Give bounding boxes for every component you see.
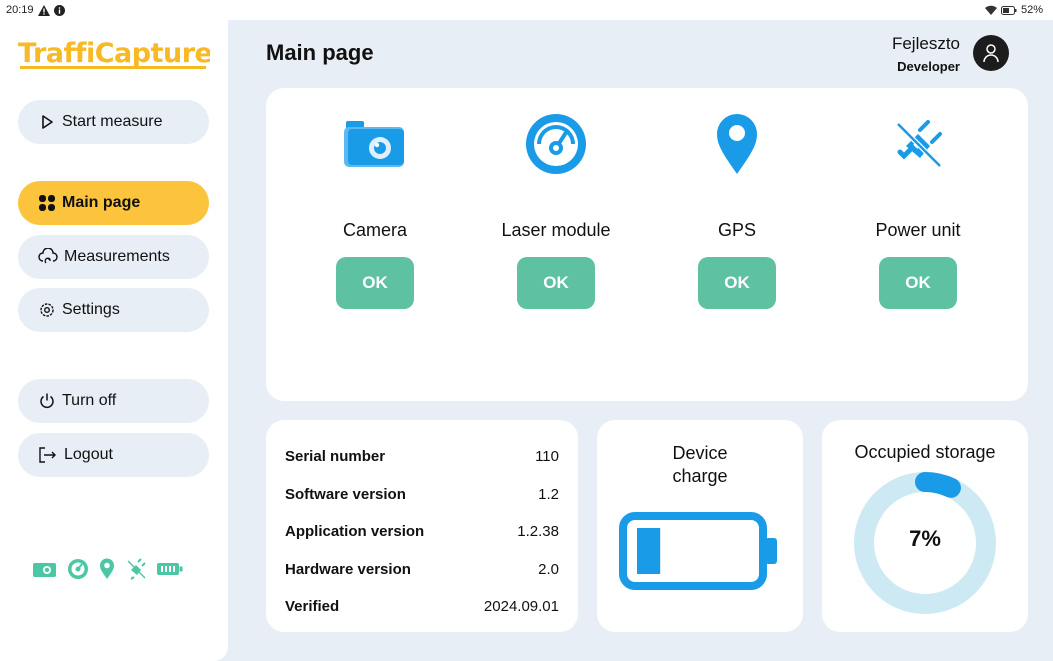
device-charge-card: Device charge bbox=[597, 420, 803, 632]
status-time: 20:19 bbox=[6, 4, 34, 16]
power-icon bbox=[40, 393, 54, 409]
info-label: Hardware version bbox=[285, 560, 411, 578]
storage-title: Occupied storage bbox=[854, 442, 996, 462]
logout-icon bbox=[39, 447, 56, 463]
sidebar: TraffiCapture Start measure Main page Me… bbox=[0, 0, 228, 661]
camera-mini-icon bbox=[33, 563, 56, 577]
module-name: Laser module bbox=[501, 220, 611, 240]
charge-title-line2: charge bbox=[672, 466, 728, 486]
info-value: 2.0 bbox=[538, 560, 559, 578]
info-row-serial: Serial number 110 bbox=[285, 438, 559, 476]
svg-text:TraffiCapture: TraffiCapture bbox=[18, 38, 210, 69]
info-row-software: Software version 1.2 bbox=[285, 476, 559, 514]
info-row-hardware: Hardware version 2.0 bbox=[285, 551, 559, 589]
laser-status-button[interactable]: OK bbox=[517, 257, 595, 309]
power-status-button[interactable]: OK bbox=[879, 257, 957, 309]
measurements-label: Measurements bbox=[64, 248, 170, 265]
avatar[interactable] bbox=[973, 35, 1009, 71]
gps-status-button[interactable]: OK bbox=[698, 257, 776, 309]
app-logo: TraffiCapture bbox=[18, 33, 213, 73]
info-row-application: Application version 1.2.38 bbox=[285, 513, 559, 551]
play-icon bbox=[42, 115, 53, 129]
location-pin-mini-icon bbox=[100, 558, 114, 579]
info-value: 1.2.38 bbox=[517, 523, 559, 541]
start-measure-button[interactable]: Start measure bbox=[18, 100, 209, 144]
module-name: Power unit bbox=[875, 220, 961, 240]
grid-icon bbox=[39, 195, 55, 211]
speedometer-icon bbox=[526, 114, 586, 174]
info-value: 2024.09.01 bbox=[483, 598, 559, 616]
turn-off-label: Turn off bbox=[62, 392, 117, 409]
warning-icon bbox=[37, 4, 50, 16]
sidebar-item-measurements[interactable]: Measurements bbox=[18, 235, 209, 279]
start-measure-label: Start measure bbox=[62, 113, 163, 130]
battery-mini-icon bbox=[157, 563, 183, 575]
mini-status-icons bbox=[33, 558, 183, 580]
camera-icon bbox=[344, 121, 404, 167]
battery-fill bbox=[637, 528, 661, 574]
module-name: Camera bbox=[342, 220, 408, 240]
user-name: Fejleszto bbox=[891, 34, 960, 53]
gear-icon bbox=[40, 303, 54, 317]
module-power: Power unit OK bbox=[833, 88, 1003, 328]
plug-off-icon bbox=[896, 120, 942, 168]
user-role: Developer bbox=[897, 59, 960, 74]
module-status-card: Camera OK Laser module OK GPS OK Power u… bbox=[266, 88, 1028, 401]
module-camera: Camera OK bbox=[290, 88, 460, 328]
occupied-storage-card: Occupied storage 7% bbox=[822, 420, 1028, 632]
user-icon bbox=[983, 44, 999, 63]
battery-status-icon bbox=[1000, 5, 1017, 15]
settings-label: Settings bbox=[62, 301, 120, 318]
logout-button[interactable]: Logout bbox=[18, 433, 209, 477]
page-title: Main page bbox=[266, 40, 374, 65]
camera-status-button[interactable]: OK bbox=[336, 257, 414, 309]
info-label: Verified bbox=[285, 598, 340, 616]
location-pin-icon bbox=[717, 114, 757, 174]
battery-percent: 52% bbox=[1020, 4, 1043, 16]
cloud-sync-icon bbox=[38, 248, 58, 264]
sidebar-item-settings[interactable]: Settings bbox=[18, 288, 209, 332]
charge-title-line1: Device bbox=[672, 443, 728, 463]
module-name: GPS bbox=[717, 220, 756, 240]
sidebar-item-main-page[interactable]: Main page bbox=[18, 181, 209, 225]
module-gps: GPS OK bbox=[652, 88, 822, 328]
logout-label: Logout bbox=[64, 446, 113, 463]
battery-level-icon bbox=[619, 512, 777, 590]
main-page-label: Main page bbox=[62, 194, 141, 211]
info-value: 1.2 bbox=[538, 485, 559, 503]
info-value: 110 bbox=[535, 448, 559, 466]
charge-title: Device charge bbox=[597, 442, 803, 488]
info-row-verified: Verified 2024.09.01 bbox=[285, 588, 559, 626]
module-laser: Laser module OK bbox=[471, 88, 641, 328]
device-info-card: Serial number 110 Software version 1.2 A… bbox=[266, 420, 578, 632]
speedometer-mini-icon bbox=[68, 559, 88, 579]
info-label: Software version bbox=[285, 485, 406, 503]
storage-percent: 7% bbox=[909, 526, 941, 551]
status-bar: 20:19 52% bbox=[0, 0, 1053, 20]
info-icon bbox=[53, 4, 65, 16]
plug-off-mini-icon bbox=[127, 558, 146, 580]
wifi-icon bbox=[984, 5, 997, 15]
info-label: Application version bbox=[285, 523, 425, 541]
turn-off-button[interactable]: Turn off bbox=[18, 379, 209, 423]
info-label: Serial number bbox=[285, 448, 386, 466]
